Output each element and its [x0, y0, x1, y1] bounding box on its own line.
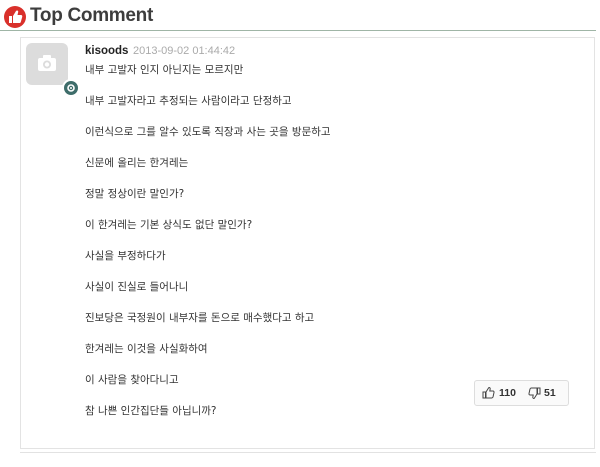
- comment-line: 내부 고발자라고 추정되는 사람이라고 단정하고: [85, 95, 292, 107]
- gear-badge-icon: [62, 79, 80, 97]
- dislike-button[interactable]: 51: [522, 381, 568, 405]
- comment-line: 한겨레는 이것을 사실화하여: [85, 343, 208, 355]
- comment-line: 이 한겨레는 기본 상식도 없단 말인가?: [85, 219, 253, 231]
- comment-line: 사실을 부정하다가: [85, 250, 166, 262]
- header-divider: [0, 30, 596, 31]
- comment-line: 정말 정상이란 말인가?: [85, 188, 185, 200]
- avatar[interactable]: [26, 43, 80, 97]
- dislike-count: 51: [544, 387, 556, 399]
- comment-line: 사실이 진실로 들어나니: [85, 281, 189, 293]
- like-button[interactable]: 110: [475, 381, 522, 405]
- thumbs-down-icon: [528, 387, 541, 399]
- comment-line: 참 나쁜 인간집단들 아닙니까?: [85, 405, 217, 417]
- footer-divider: [20, 452, 596, 453]
- comment-line: 진보당은 국정원이 내부자를 돈으로 매수했다고 하고: [85, 312, 315, 324]
- thumbs-up-icon: [4, 6, 26, 28]
- comment-line: 이 사람을 찾아다니고: [85, 374, 179, 386]
- vote-controls: 110 51: [474, 380, 569, 406]
- thumbs-up-icon: [482, 387, 495, 399]
- section-header: Top Comment: [0, 0, 600, 31]
- comment-timestamp: 2013-09-02 01:44:42: [133, 45, 236, 57]
- comment-line: 이런식으로 그를 알수 있도록 직장과 사는 곳을 방문하고: [85, 126, 331, 138]
- comment-username[interactable]: kisoods: [85, 45, 128, 57]
- comment-line: 내부 고발자 인지 아닌지는 모르지만: [85, 64, 244, 76]
- like-count: 110: [499, 387, 516, 399]
- section-title: Top Comment: [30, 5, 154, 26]
- comment-line: 신문에 올리는 한겨레는: [85, 157, 189, 169]
- camera-icon: [38, 55, 56, 71]
